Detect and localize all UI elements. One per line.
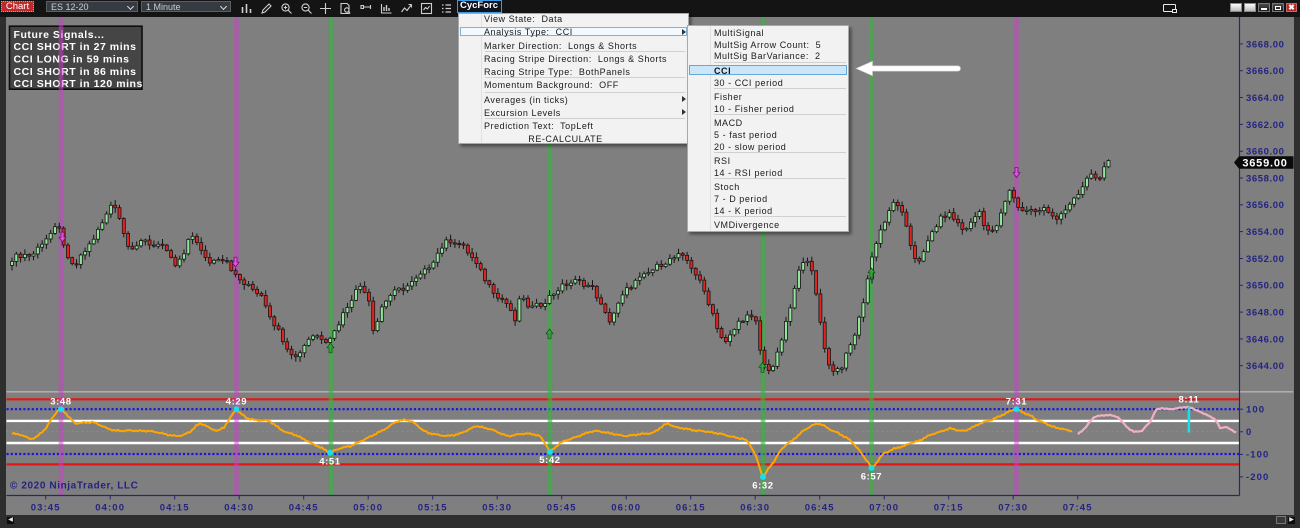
svg-text:CCI SHORT in 86 mins: CCI SHORT in 86 mins [14, 66, 137, 78]
svg-text:07:15: 07:15 [934, 503, 964, 514]
svg-text:3660.00: 3660.00 [1246, 147, 1285, 158]
svg-text:4:29: 4:29 [226, 397, 247, 408]
svg-text:07:00: 07:00 [869, 503, 899, 514]
svg-text:3668.00: 3668.00 [1246, 39, 1285, 50]
svg-text:© 2020 NinjaTrader, LLC: © 2020 NinjaTrader, LLC [10, 481, 138, 492]
svg-text:03:45: 03:45 [31, 503, 61, 514]
svg-text:04:30: 04:30 [224, 503, 254, 514]
svg-text:-200: -200 [1246, 472, 1269, 483]
svg-text:5:42: 5:42 [539, 455, 560, 466]
svg-text:04:00: 04:00 [95, 503, 125, 514]
svg-text:3646.00: 3646.00 [1246, 334, 1285, 345]
svg-text:8:11: 8:11 [1179, 395, 1200, 406]
svg-text:CCI SHORT in 120 mins: CCI SHORT in 120 mins [14, 78, 143, 90]
svg-text:CCI SHORT in 27 mins: CCI SHORT in 27 mins [14, 41, 137, 53]
svg-text:3650.00: 3650.00 [1246, 281, 1285, 292]
svg-text:06:45: 06:45 [805, 503, 835, 514]
svg-text:4:51: 4:51 [319, 456, 341, 467]
svg-text:3652.00: 3652.00 [1246, 254, 1285, 265]
svg-text:3664.00: 3664.00 [1246, 93, 1285, 104]
svg-text:7:31: 7:31 [1006, 397, 1028, 408]
svg-text:04:45: 04:45 [289, 503, 319, 514]
svg-text:07:45: 07:45 [1063, 503, 1093, 514]
svg-text:3:48: 3:48 [50, 397, 71, 408]
svg-text:-100: -100 [1246, 450, 1269, 461]
svg-text:05:45: 05:45 [547, 503, 577, 514]
svg-text:3656.00: 3656.00 [1246, 200, 1285, 211]
svg-text:06:15: 06:15 [676, 503, 706, 514]
svg-text:3659.00: 3659.00 [1242, 158, 1287, 170]
svg-text:3654.00: 3654.00 [1246, 227, 1285, 238]
svg-text:3644.00: 3644.00 [1246, 361, 1285, 372]
svg-text:0: 0 [1246, 427, 1252, 438]
svg-text:3666.00: 3666.00 [1246, 66, 1285, 77]
svg-text:06:30: 06:30 [740, 503, 770, 514]
svg-text:6:32: 6:32 [752, 480, 773, 491]
svg-text:3648.00: 3648.00 [1246, 308, 1285, 319]
svg-text:06:00: 06:00 [611, 503, 641, 514]
svg-text:3658.00: 3658.00 [1246, 173, 1285, 184]
svg-text:05:15: 05:15 [418, 503, 448, 514]
svg-text:07:30: 07:30 [998, 503, 1028, 514]
svg-text:6:57: 6:57 [861, 471, 882, 482]
svg-text:05:30: 05:30 [482, 503, 512, 514]
svg-text:05:00: 05:00 [353, 503, 383, 514]
svg-text:3662.00: 3662.00 [1246, 120, 1285, 131]
svg-text:CCI LONG in 59 mins: CCI LONG in 59 mins [14, 54, 130, 66]
svg-text:100: 100 [1246, 404, 1265, 415]
svg-text:04:15: 04:15 [160, 503, 190, 514]
